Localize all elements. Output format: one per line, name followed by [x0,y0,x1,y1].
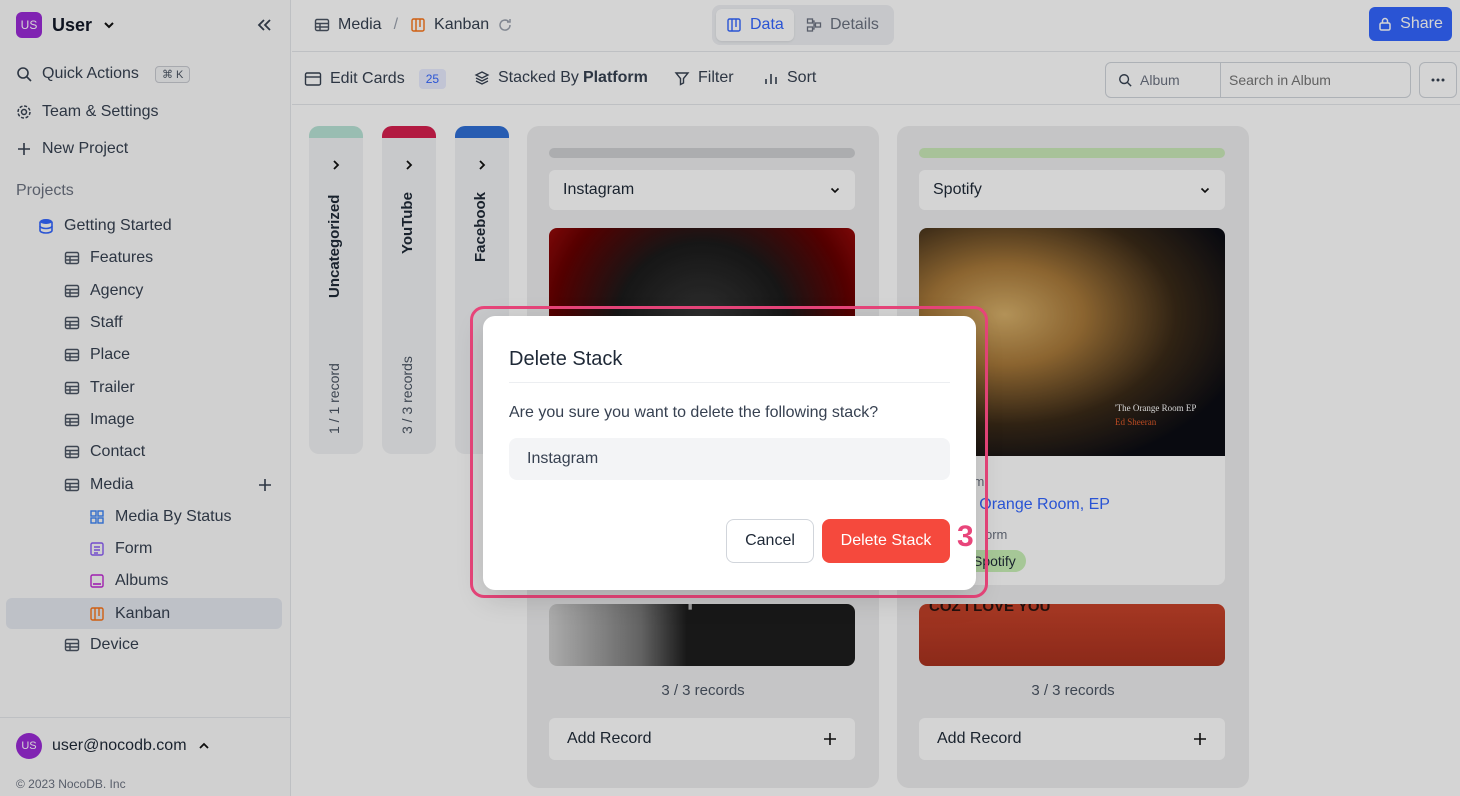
dialog-divider [509,382,950,383]
cancel-button[interactable]: Cancel [726,519,814,563]
dialog-message: Are you sure you want to delete the foll… [509,404,879,421]
stack-name-display: Instagram [509,438,950,480]
delete-stack-button[interactable]: Delete Stack [822,519,950,563]
dialog-title: Delete Stack [509,348,623,370]
delete-stack-dialog: Delete Stack Are you sure you want to de… [483,316,976,590]
step-number-annotation: 3 [957,520,974,553]
